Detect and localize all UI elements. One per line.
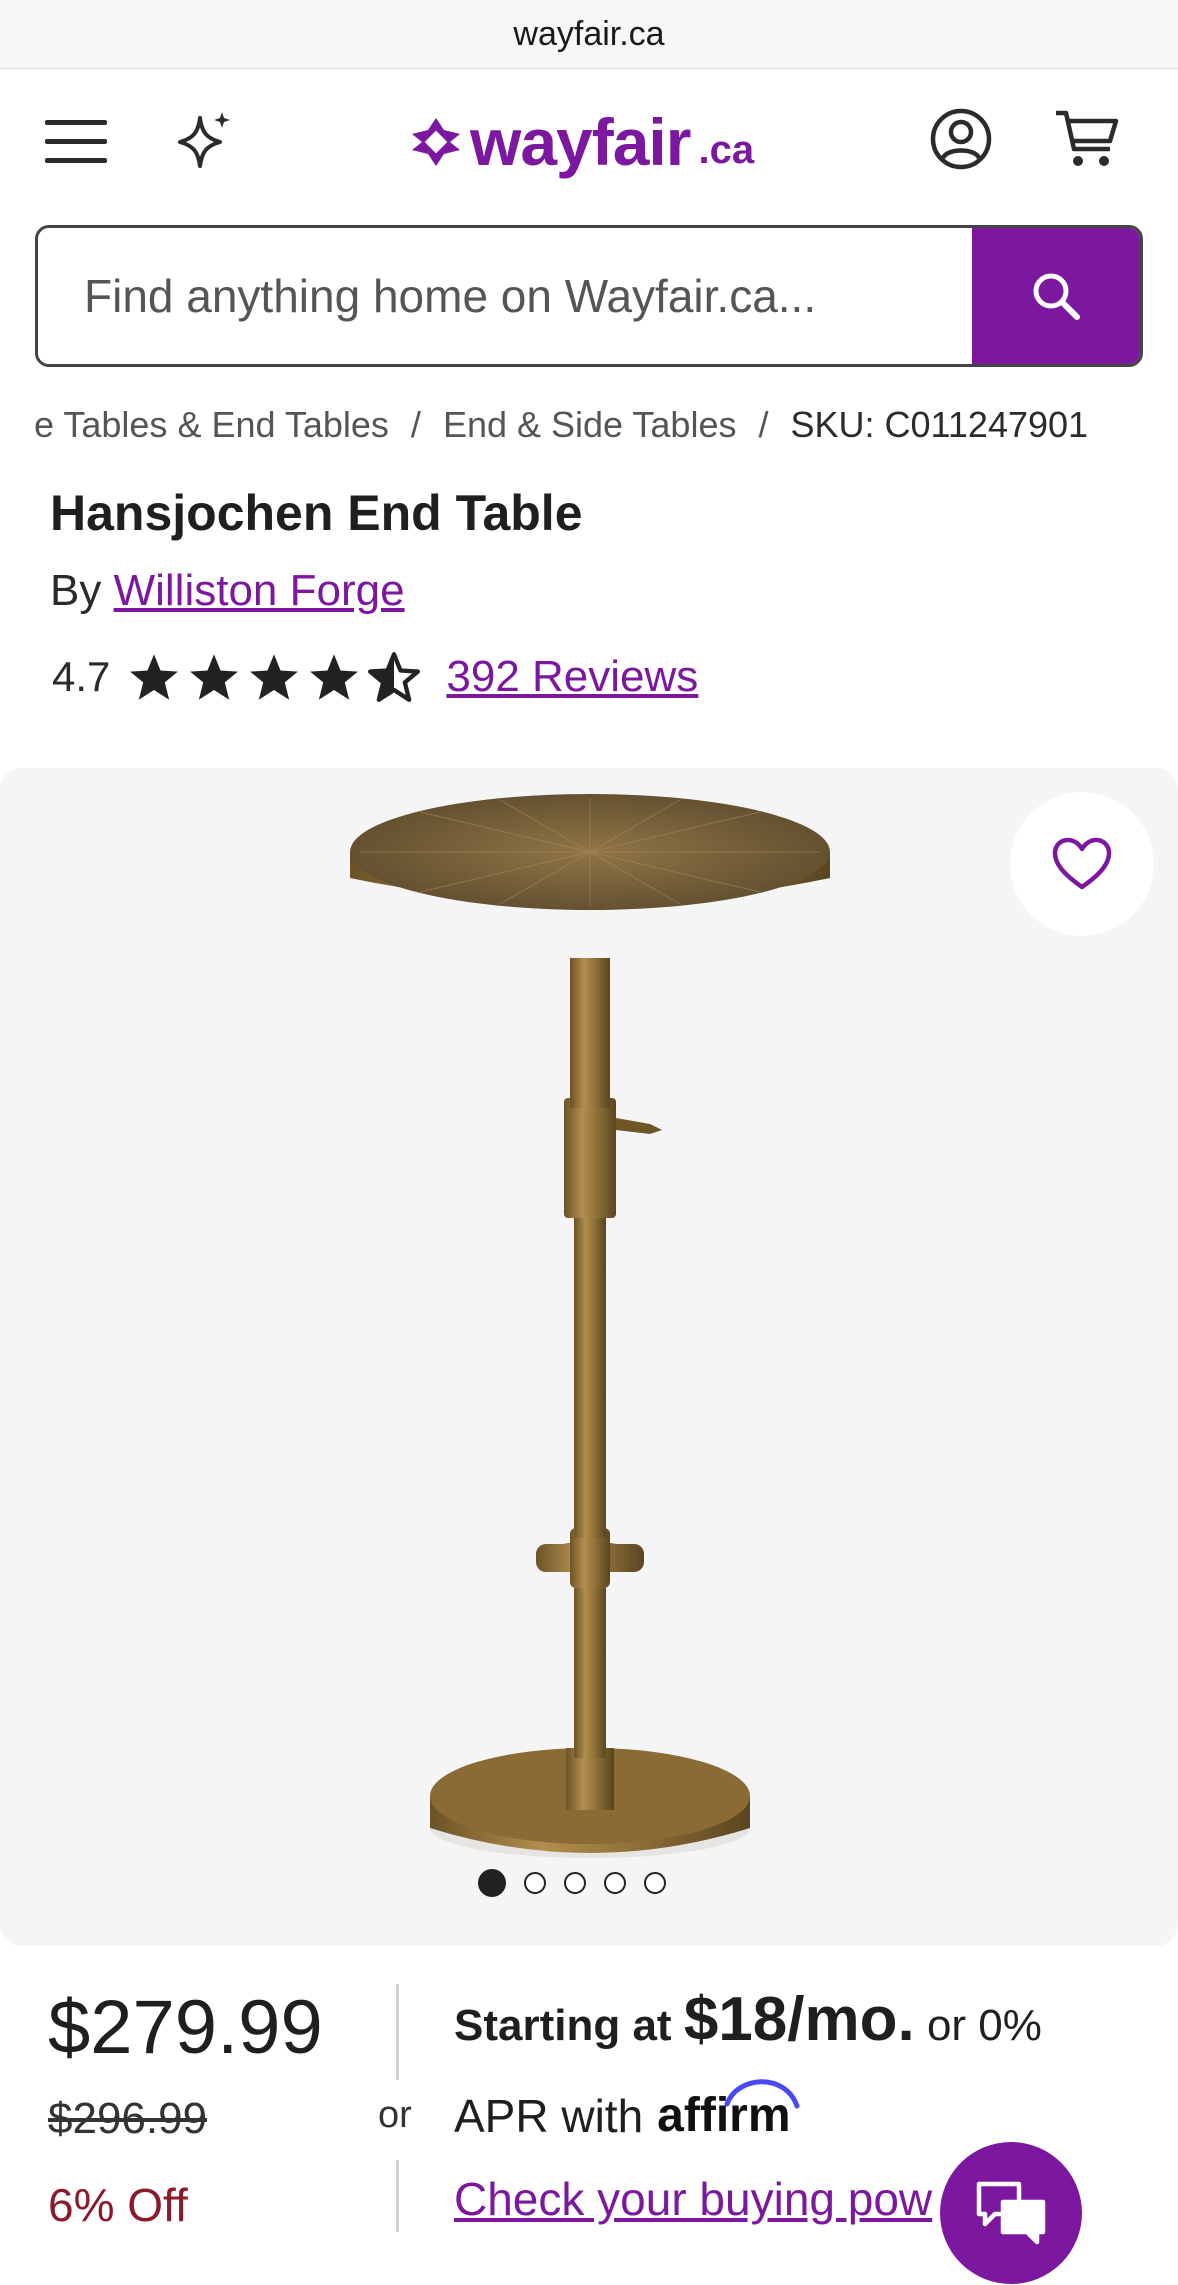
brand-link[interactable]: Williston Forge xyxy=(114,566,405,615)
star-full-icon xyxy=(250,654,299,700)
current-price: $279.99 xyxy=(48,1985,323,2070)
gallery-dot-3[interactable] xyxy=(564,1872,586,1894)
logo-mark-icon xyxy=(412,118,460,166)
price-divider-top xyxy=(396,1984,399,2080)
financing-prefix: Starting at xyxy=(454,2001,672,2050)
star-half-icon xyxy=(368,652,421,702)
product-rating: 4.7 392 Reviews xyxy=(52,652,698,702)
gallery-dot-2[interactable] xyxy=(524,1872,546,1894)
wayfair-logo[interactable]: wayfair .ca xyxy=(410,102,754,182)
product-image xyxy=(350,794,830,1858)
search-input[interactable] xyxy=(38,228,978,364)
breadcrumb-item-tables[interactable]: e Tables & End Tables xyxy=(34,404,389,446)
breadcrumb-separator: / xyxy=(758,404,769,445)
breadcrumb-separator: / xyxy=(410,404,421,445)
product-image-gallery[interactable] xyxy=(0,768,1178,1946)
price-divider-bottom xyxy=(396,2160,399,2232)
reviews-link[interactable]: 392 Reviews xyxy=(446,652,698,702)
financing-amount: $18/mo. xyxy=(683,1985,915,2054)
search-bar xyxy=(35,225,1143,367)
financing-line-1: Starting at $18/mo. or 0% xyxy=(454,1984,1042,2055)
check-buying-power-link[interactable]: Check your buying pow xyxy=(454,2172,954,2226)
browser-url-bar[interactable]: wayfair.ca xyxy=(0,0,1178,69)
star-full-icon xyxy=(190,654,239,700)
heart-icon xyxy=(1052,837,1112,890)
breadcrumb-item-end-side-tables[interactable]: End & Side Tables xyxy=(443,404,737,446)
original-price: $296.99 xyxy=(48,2094,208,2143)
affirm-arc-icon xyxy=(724,2079,800,2109)
favorite-button[interactable] xyxy=(1010,792,1154,936)
discount-label: 6% Off xyxy=(48,2179,188,2231)
gallery-dot-4[interactable] xyxy=(604,1872,626,1894)
sparkle-icon[interactable] xyxy=(168,106,238,176)
menu-icon[interactable] xyxy=(42,108,110,176)
gallery-pagination xyxy=(478,1869,666,1897)
search-icon xyxy=(1033,273,1080,320)
financing-suffix: or 0% xyxy=(926,2001,1042,2050)
or-label: or xyxy=(378,2094,412,2136)
breadcrumb-sku: SKU: C011247901 xyxy=(790,404,1089,445)
logo-wordmark: wayfair xyxy=(470,105,691,179)
financing-line-2: APR with affirm xyxy=(454,2079,800,2143)
affirm-logo: affirm xyxy=(657,2079,800,2143)
url-text: wayfair.ca xyxy=(513,14,665,53)
search-button[interactable] xyxy=(972,228,1140,364)
account-icon[interactable] xyxy=(926,104,996,174)
product-byline: By Williston Forge xyxy=(50,566,405,616)
star-full-icon xyxy=(310,654,359,700)
rating-value: 4.7 xyxy=(52,653,111,700)
chat-button[interactable] xyxy=(940,2142,1082,2284)
cart-icon[interactable] xyxy=(1052,104,1122,174)
financing-apr-text: APR with xyxy=(454,2089,644,2142)
chat-icon xyxy=(976,2181,1046,2245)
rating-stars xyxy=(128,652,421,702)
product-title: Hansjochen End Table xyxy=(50,485,583,541)
star-full-icon xyxy=(130,654,179,700)
logo-suffix: .ca xyxy=(698,127,755,172)
breadcrumb: e Tables & End Tables / End & Side Table… xyxy=(34,404,1154,446)
gallery-dot-5[interactable] xyxy=(644,1872,666,1894)
gallery-dot-1[interactable] xyxy=(478,1869,506,1897)
by-label: By xyxy=(50,566,102,615)
site-header: wayfair .ca xyxy=(0,70,1178,210)
